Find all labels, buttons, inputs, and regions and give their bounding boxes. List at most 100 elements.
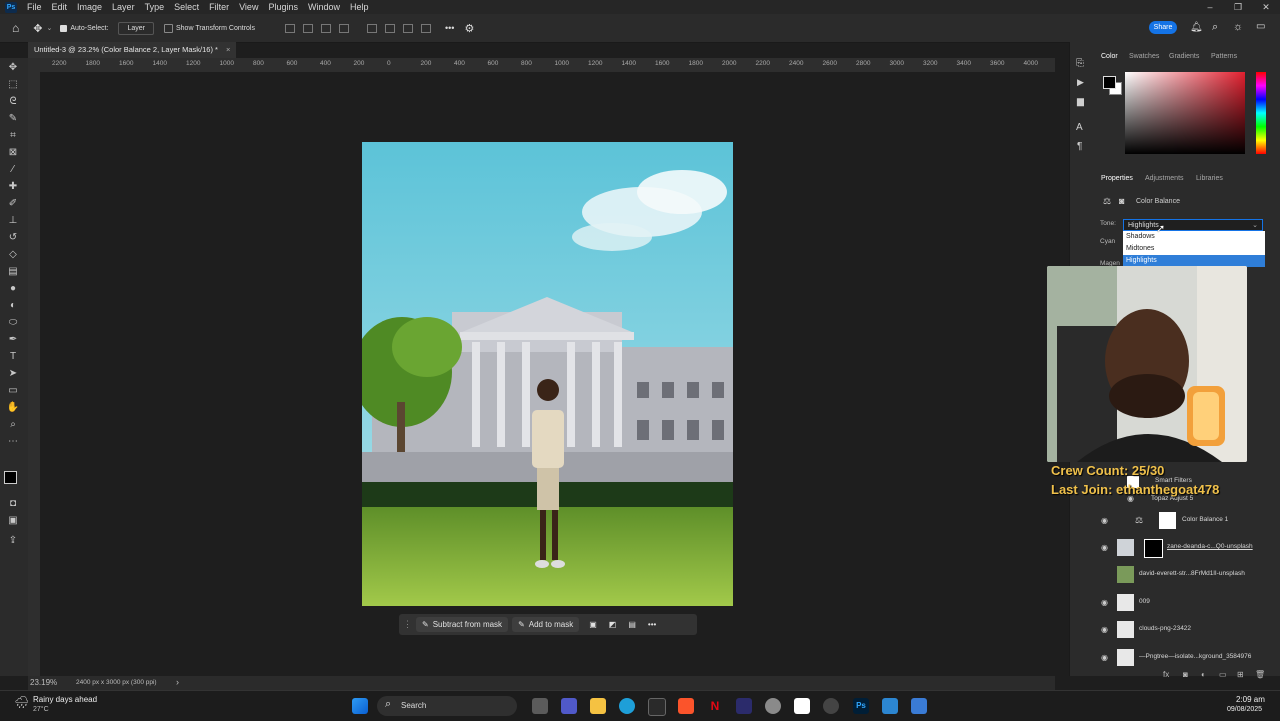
- eraser-icon[interactable]: ◇: [6, 249, 20, 261]
- color-picker-field[interactable]: [1125, 72, 1245, 154]
- path-select-icon[interactable]: ➤: [6, 368, 20, 380]
- mask-option-icon[interactable]: ▣: [583, 620, 603, 629]
- context-more-button[interactable]: •••: [642, 620, 662, 629]
- close-tab-icon[interactable]: ×: [226, 45, 230, 54]
- photoshop-taskbar-icon[interactable]: Ps: [853, 698, 869, 714]
- chatgpt-icon[interactable]: [823, 698, 839, 714]
- restore-button[interactable]: ❐: [1224, 0, 1252, 14]
- drag-handle-icon[interactable]: ⋮: [399, 619, 416, 630]
- tab-adjustments[interactable]: Adjustments: [1145, 175, 1184, 182]
- weather-icon[interactable]: 🌧︎: [14, 695, 29, 709]
- layer-dropdown[interactable]: Layer: [118, 21, 154, 35]
- invert-mask-icon[interactable]: ◩: [603, 620, 623, 629]
- eye-icon[interactable]: ◉: [1101, 543, 1108, 552]
- add-mask-icon[interactable]: ◙: [1183, 670, 1188, 679]
- healing-icon[interactable]: ✚: [6, 181, 20, 193]
- clock-time[interactable]: 2:09 am: [1236, 695, 1265, 704]
- gradient-icon[interactable]: ▤: [6, 266, 20, 278]
- hand-icon[interactable]: ✋: [6, 402, 20, 414]
- tab-libraries[interactable]: Libraries: [1196, 175, 1223, 182]
- tab-gradients[interactable]: Gradients: [1169, 53, 1199, 60]
- layer-row-009[interactable]: ◉ 009: [1097, 590, 1269, 616]
- workspace-icon[interactable]: ▭: [1256, 21, 1265, 32]
- menu-filter[interactable]: Filter: [205, 2, 235, 12]
- file-explorer-icon[interactable]: [590, 698, 606, 714]
- actions-play-icon[interactable]: ▶: [1077, 77, 1084, 88]
- chevron-down-icon[interactable]: ⌄: [46, 24, 52, 32]
- menu-type[interactable]: Type: [141, 2, 171, 12]
- eyedropper-icon[interactable]: ⁄: [6, 164, 20, 176]
- more-tools-icon[interactable]: ⋯: [6, 436, 20, 448]
- add-to-mask-button[interactable]: ✎ Add to mask: [512, 617, 580, 632]
- share-button[interactable]: Share: [1149, 21, 1177, 34]
- share-doc-icon[interactable]: ⇪: [6, 535, 20, 547]
- new-layer-icon[interactable]: ⊞: [1237, 670, 1244, 679]
- character-icon[interactable]: A: [1076, 122, 1083, 133]
- fx-icon[interactable]: fx: [1163, 670, 1169, 679]
- layer-row-clouds[interactable]: ◉ clouds-png-23422: [1097, 617, 1269, 643]
- weather-title[interactable]: Rainy days ahead: [33, 695, 97, 704]
- paragraph-icon[interactable]: ¶: [1077, 141, 1082, 152]
- lasso-icon[interactable]: ᘓ: [6, 96, 20, 108]
- distribute-vertical-icon[interactable]: [420, 23, 431, 33]
- edge-icon[interactable]: [619, 698, 635, 714]
- align-right-icon[interactable]: [320, 23, 331, 33]
- comments-icon[interactable]: ▆: [1077, 96, 1084, 107]
- brave-icon[interactable]: [678, 698, 694, 714]
- clock-date[interactable]: 09/08/2025: [1227, 706, 1262, 713]
- stamp-icon[interactable]: ⊥: [6, 215, 20, 227]
- menu-select[interactable]: Select: [170, 2, 205, 12]
- minimize-button[interactable]: –: [1196, 0, 1224, 14]
- menu-window[interactable]: Window: [304, 2, 346, 12]
- teams-icon[interactable]: [561, 698, 577, 714]
- align-center-icon[interactable]: [302, 23, 313, 33]
- tab-properties[interactable]: Properties: [1101, 175, 1133, 182]
- tab-color[interactable]: Color: [1101, 53, 1118, 60]
- history-icon[interactable]: ⎘: [1076, 58, 1084, 69]
- eye-icon[interactable]: ◉: [1101, 625, 1108, 634]
- tone-option-shadows[interactable]: Shadows: [1123, 231, 1265, 243]
- menu-plugins[interactable]: Plugins: [264, 2, 304, 12]
- adjustment-layer-icon[interactable]: ◐: [1201, 670, 1206, 679]
- capcut-icon[interactable]: [794, 698, 810, 714]
- quick-select-icon[interactable]: ✎: [6, 113, 20, 125]
- tab-patterns[interactable]: Patterns: [1211, 53, 1237, 60]
- store-icon[interactable]: [648, 698, 666, 716]
- move-tool-icon[interactable]: ✥: [33, 22, 42, 35]
- type-icon[interactable]: T: [6, 351, 20, 363]
- align-bottom-icon[interactable]: [402, 23, 413, 33]
- history-brush-icon[interactable]: ↺: [6, 232, 20, 244]
- menu-image[interactable]: Image: [73, 2, 108, 12]
- more-options-button[interactable]: •••: [445, 23, 454, 33]
- brush-icon[interactable]: ✐: [6, 198, 20, 210]
- light-bulb-icon[interactable]: ☼: [1233, 21, 1243, 33]
- eye-icon[interactable]: ◉: [1101, 598, 1108, 607]
- gear-icon[interactable]: ⚙: [464, 22, 474, 35]
- zoom-icon[interactable]: ⌕: [6, 419, 20, 431]
- dodge-icon[interactable]: ◐: [6, 300, 20, 312]
- app2-icon[interactable]: [911, 698, 927, 714]
- pen-icon[interactable]: ✒: [6, 334, 20, 346]
- task-view-icon[interactable]: [532, 698, 548, 714]
- menu-layer[interactable]: Layer: [108, 2, 141, 12]
- netflix-icon[interactable]: N: [707, 698, 723, 714]
- document-image[interactable]: [362, 142, 733, 606]
- menu-edit[interactable]: Edit: [48, 2, 74, 12]
- photos-icon[interactable]: [882, 698, 898, 714]
- distribute-icon[interactable]: [338, 23, 349, 33]
- menu-file[interactable]: File: [23, 2, 48, 12]
- eye-icon[interactable]: ◉: [1101, 653, 1108, 662]
- layer-row-zane[interactable]: ◉ zane-deanda-c...Q0-unsplash: [1097, 535, 1269, 561]
- search-icon[interactable]: ⌕: [1212, 21, 1218, 34]
- sponge-icon[interactable]: ⬭: [6, 317, 20, 329]
- layer-row-pngtree[interactable]: ◉ —Pngtree—isolate...kground_3584976: [1097, 645, 1269, 671]
- layer-row-color-balance-1[interactable]: ◉ ⚖ Color Balance 1: [1097, 508, 1269, 534]
- tab-swatches[interactable]: Swatches: [1129, 53, 1159, 60]
- status-arrow-icon[interactable]: ›: [176, 677, 179, 687]
- foreground-color-chip[interactable]: [1103, 76, 1116, 89]
- delete-layer-icon[interactable]: 🗑︎: [1255, 670, 1265, 679]
- marquee-icon[interactable]: ⬚: [6, 79, 20, 91]
- close-window-button[interactable]: ✕: [1252, 0, 1280, 14]
- align-middle-icon[interactable]: [384, 23, 395, 33]
- blur-icon[interactable]: ●: [6, 283, 20, 295]
